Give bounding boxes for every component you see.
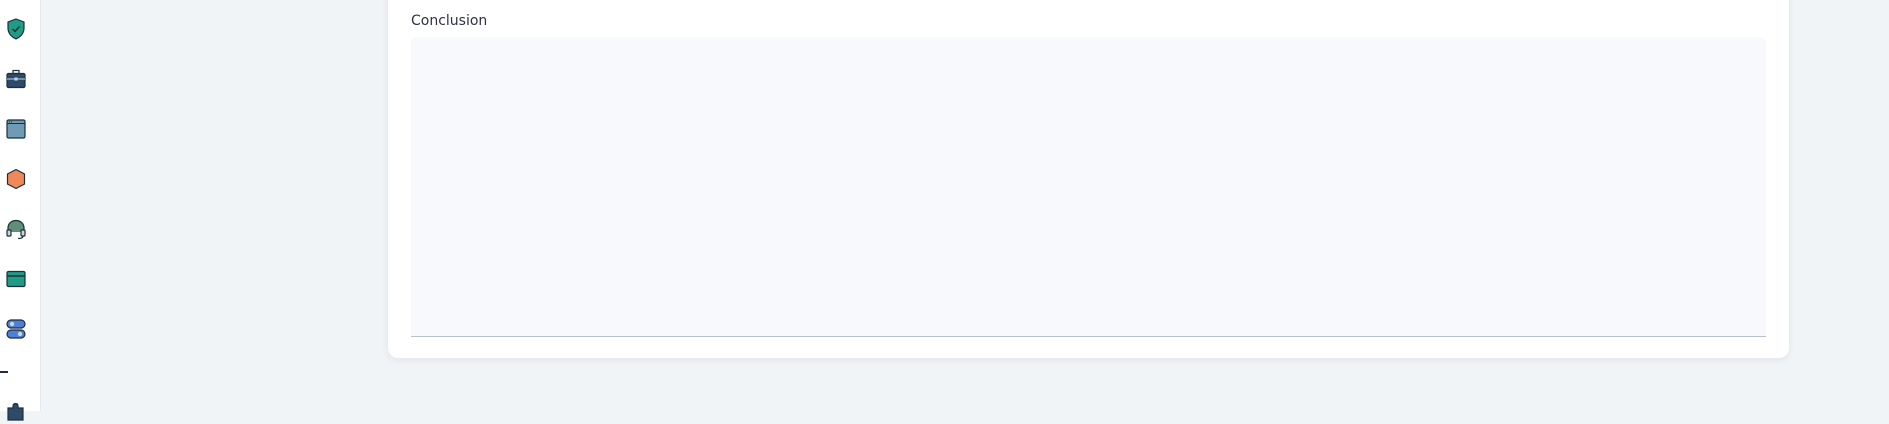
puzzle-icon <box>7 402 24 421</box>
sidebar-item-briefcase[interactable] <box>4 67 28 91</box>
sidebar-item-window[interactable] <box>4 117 28 141</box>
headset-icon <box>6 219 26 240</box>
shield-icon <box>7 18 25 40</box>
conclusion-label: Conclusion <box>411 13 488 29</box>
sidebar-item-headset[interactable] <box>4 217 28 241</box>
credit-card-icon <box>6 270 26 288</box>
window-icon <box>6 119 26 139</box>
sidebar-item-card[interactable] <box>4 267 28 291</box>
toggle-stack-icon <box>6 319 26 339</box>
active-nav-indicator <box>0 371 8 373</box>
sidebar <box>0 0 41 421</box>
conclusion-textarea[interactable] <box>411 37 1766 337</box>
hexagon-icon <box>6 168 26 190</box>
sidebar-item-toggles[interactable] <box>4 317 28 341</box>
conclusion-card: Conclusion <box>388 0 1789 358</box>
briefcase-icon <box>6 69 26 89</box>
sidebar-item-hexagon[interactable] <box>4 167 28 191</box>
sidebar-item-shield[interactable] <box>4 17 28 41</box>
sidebar-item-puzzle[interactable] <box>4 400 28 424</box>
